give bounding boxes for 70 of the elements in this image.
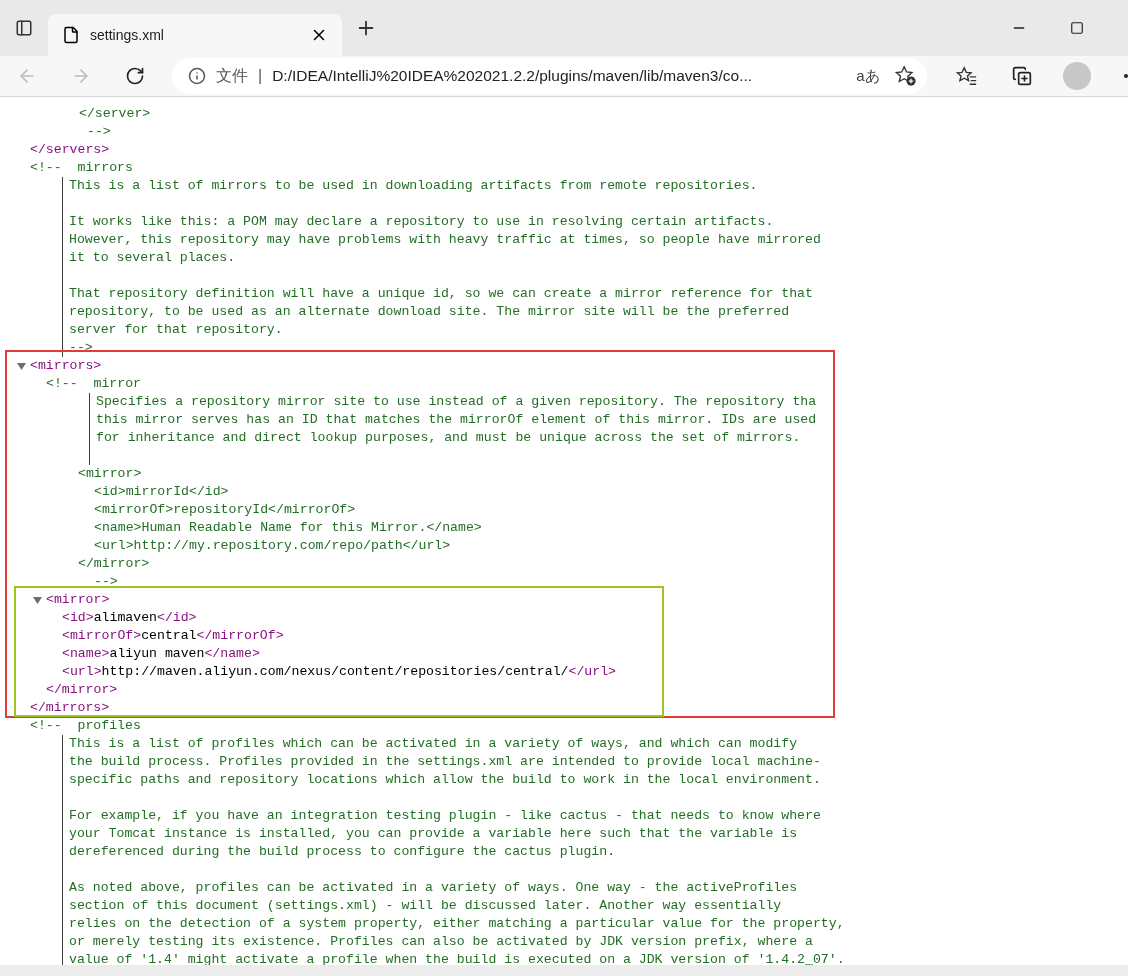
xml-tag: <url> [62, 663, 102, 681]
xml-tag: </mirrors> [30, 699, 110, 717]
comment-text: That repository definition will have a unique id, so we can create a mirror reference for that [69, 285, 813, 303]
comment-text: <name>Human Readable Name for this Mirror.</name> [94, 519, 482, 537]
comment-text: </server> [79, 105, 151, 123]
comment-text: It works like this: a POM may declare a repository to use in resolving certain artifacts. [69, 213, 774, 231]
refresh-icon[interactable] [125, 66, 145, 86]
comment-text: it to several places. [69, 249, 236, 267]
comment-text: This is a list of profiles which can be activated in a variety of ways, and which can modify [69, 735, 798, 753]
comment-text: Specifies a repository mirror site to use instead of a given repository. The repository tha [96, 393, 817, 411]
comment-text: For example, if you have an integration testing plugin - like cactus - that needs to know where [69, 807, 821, 825]
comment-text: for inheritance and direct lookup purposes, and must be unique across the set of mirrors. [96, 429, 801, 447]
xml-tag: <mirror> [46, 591, 110, 609]
comment-text: specific paths and repository locations which allow the build to work in the local environment. [69, 771, 821, 789]
comment-text: </mirror> [78, 555, 150, 573]
comment-text: value of '1.4' might activate a profile when the build is executed on a JDK version of '1.4.2_07'. [69, 951, 845, 965]
xml-value: alimaven [93, 609, 157, 627]
comment-text: <url>http://my.repository.com/repo/path</url> [94, 537, 451, 555]
comment-text: relies on the detection of a system property, either matching a particular value for the property, [69, 915, 845, 933]
comment-text: As noted above, profiles can be activated in a variety of ways. One way - the activeProfiles [69, 879, 798, 897]
favorites-icon[interactable] [955, 65, 978, 87]
horizontal-scrollbar[interactable] [0, 965, 1128, 976]
comment-text: However, this repository may have problems with heavy traffic at times, so people have mirrored [69, 231, 821, 249]
comment-text: server for that repository. [69, 321, 283, 339]
url-text: D:/IDEA/IntelliJ%20IDEA%202021.2.2/plugins/maven/lib/maven3/co... [272, 67, 754, 85]
read-aloud-icon[interactable]: aあ [851, 66, 885, 86]
comment-text: or merely testing its existence. Profiles can also be activated by JDK version prefix, where a [69, 933, 813, 951]
comment-label: <!-- profiles [30, 717, 141, 735]
xml-value: aliyun maven [109, 645, 205, 663]
comment-end: --> [94, 573, 118, 591]
xml-value: central [141, 627, 197, 645]
address-separator: | [258, 67, 263, 85]
xml-tag: <mirrors> [30, 357, 102, 375]
maximize-icon[interactable] [1070, 21, 1084, 35]
expand-triangle-icon[interactable] [33, 595, 42, 605]
comment-text: the build process. Profiles provided in the settings.xml are intended to provide local machine- [69, 753, 821, 771]
xml-tag: <name> [62, 645, 110, 663]
add-favorite-icon[interactable] [895, 65, 917, 87]
xml-tag: </mirror> [46, 681, 118, 699]
xml-tag: <id> [62, 609, 94, 627]
comment-end: --> [69, 339, 93, 357]
collections-icon[interactable] [1011, 66, 1032, 86]
xml-value: http://maven.aliyun.com/nexus/content/repositories/central/ [101, 663, 569, 681]
xml-tag: <mirrorOf> [62, 627, 142, 645]
comment-text: dereferenced during the build process to configure the cactus plugin. [69, 843, 616, 861]
comment-label: <!-- mirrors [30, 159, 133, 177]
address-bar[interactable]: 文件 | D:/IDEA/IntelliJ%20IDEA%202021.2.2/plugins/maven/lib/maven3/co... aあ [172, 58, 927, 94]
more-icon[interactable] [1124, 74, 1128, 78]
comment-text: This is a list of mirrors to be used in downloading artifacts from remote repositories. [69, 177, 758, 195]
comment-end: --> [87, 123, 111, 141]
comment-text: this mirror serves has an ID that matches the mirrorOf element of this mirror. IDs are used [96, 411, 817, 429]
comment-label: <!-- mirror [46, 375, 141, 393]
scheme-label: 文件 [216, 65, 248, 86]
comment-text: section of this document (settings.xml) - will be discussed later. Another way essentially [69, 897, 782, 915]
expand-triangle-icon[interactable] [17, 361, 26, 371]
xml-tag: </id> [156, 609, 197, 627]
file-icon [62, 26, 80, 44]
comment-text: your Tomcat instance is installed, you can provide a variable here such that the variable is [69, 825, 798, 843]
xml-tag: </servers> [30, 141, 110, 159]
comment-text: <id>mirrorId</id> [94, 483, 229, 501]
comment-text: <mirrorOf>repositoryId</mirrorOf> [94, 501, 356, 519]
sidebar-icon[interactable] [15, 19, 33, 37]
comment-text: repository, to be used as an alternate download site. The mirror site will be the preferred [69, 303, 790, 321]
tab-title: settings.xml [90, 27, 165, 43]
xml-tag: </name> [204, 645, 260, 663]
info-icon[interactable] [188, 67, 206, 85]
browser-tab[interactable]: settings.xml [48, 14, 342, 56]
comment-text: <mirror> [78, 465, 142, 483]
xml-tag: </url> [568, 663, 616, 681]
xml-tag: </mirrorOf> [196, 627, 284, 645]
